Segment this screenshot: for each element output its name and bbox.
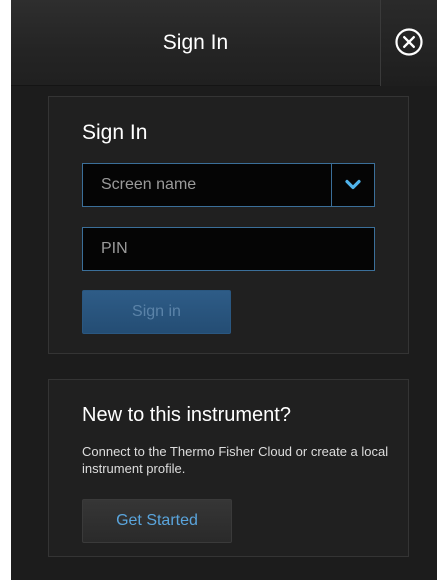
pin-input[interactable] — [82, 227, 375, 271]
close-circle-icon — [395, 28, 423, 56]
get-started-button[interactable]: Get Started — [82, 499, 232, 543]
sign-in-button[interactable]: Sign in — [82, 290, 231, 334]
screen-name-value: Screen name — [101, 176, 197, 193]
new-instrument-description: Connect to the Thermo Fisher Cloud or cr… — [82, 444, 389, 476]
screen-name-select[interactable]: Screen name — [82, 163, 375, 207]
dialog-header: Sign In — [11, 0, 437, 86]
new-instrument-heading: New to this instrument? — [82, 404, 291, 426]
chevron-down-icon — [345, 179, 361, 190]
sign-in-heading: Sign In — [82, 121, 148, 144]
close-button[interactable] — [380, 0, 437, 86]
new-instrument-panel: New to this instrument? Connect to the T… — [48, 379, 409, 557]
screen-name-dropdown-toggle[interactable] — [331, 164, 374, 206]
dialog-title: Sign In — [162, 31, 229, 54]
sign-in-panel: Sign In Screen name Sign in — [48, 96, 409, 354]
sign-in-dialog: Sign In Sign In Screen name Sign in New … — [11, 0, 437, 580]
